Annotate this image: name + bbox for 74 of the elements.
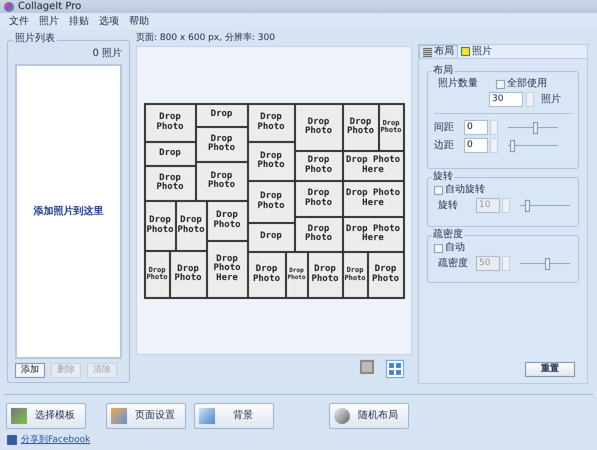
photo-slot[interactable]: Drop Photo: [144, 200, 176, 250]
spinner-buttons[interactable]: [490, 138, 498, 153]
photo-slot[interactable]: Drop Photo Here: [342, 216, 404, 252]
photo-slot[interactable]: Drop Photo: [294, 150, 342, 180]
photo-slot[interactable]: Drop Photo: [144, 104, 196, 142]
tab[interactable]: 照片: [458, 45, 495, 58]
menu-item[interactable]: 帮助: [124, 16, 154, 26]
group-title: 疏密度: [432, 230, 464, 240]
spinner-buttons[interactable]: [490, 120, 498, 135]
toolbar-button[interactable]: 背景: [194, 403, 274, 429]
tab-label: 布局: [434, 47, 454, 57]
photo-slot[interactable]: Drop Photo: [308, 252, 342, 298]
photo-slot[interactable]: Drop Photo: [206, 200, 248, 240]
photo-slot[interactable]: Drop Photo: [294, 180, 342, 216]
field-label: 间距: [434, 122, 455, 132]
photo-slot[interactable]: Drop: [248, 222, 294, 252]
photo-count: 0 照片: [92, 49, 122, 59]
spinner-buttons[interactable]: [502, 198, 510, 213]
menu-item[interactable]: 文件: [4, 16, 34, 26]
photo-slot[interactable]: Drop Photo: [248, 180, 294, 222]
toolbar-button[interactable]: 页面设置: [106, 403, 186, 429]
photo-slot[interactable]: Drop Photo: [342, 104, 378, 150]
field-label: 疏密度: [438, 258, 469, 268]
checkbox-label: 自动旋转: [445, 185, 485, 195]
checkbox[interactable]: [496, 80, 505, 88]
checkbox-label: 全部使用: [507, 79, 547, 89]
photo-slot[interactable]: Drop Photo: [196, 162, 248, 200]
number-field[interactable]: 0: [464, 120, 488, 135]
photo-count-field[interactable]: 30: [489, 92, 523, 107]
photo-slot[interactable]: Drop Photo Here: [206, 240, 248, 298]
spinner-buttons[interactable]: [502, 256, 510, 271]
field-label: 照片数量: [438, 79, 478, 89]
share-link[interactable]: 分享到Facebook: [21, 436, 90, 444]
field-label: 旋转: [438, 200, 459, 210]
photo-slot[interactable]: Drop Photo: [294, 104, 342, 150]
group-title: 布局: [432, 66, 454, 76]
slider-thumb[interactable]: [532, 122, 538, 134]
toolbar-button[interactable]: 随机布局: [329, 403, 409, 429]
list-button[interactable]: 添加: [15, 363, 45, 378]
window-title: CollageIt Pro: [18, 2, 82, 12]
group-title: 照片列表: [13, 34, 57, 44]
menu-item[interactable]: 照片: [34, 16, 64, 26]
toolbar-button[interactable]: 选择模板: [6, 403, 86, 429]
page-info: 页面: 800 x 600 px, 分辨率: 300: [136, 34, 276, 45]
photo-slot[interactable]: Drop Photo: [144, 166, 196, 200]
photo-slot[interactable]: Drop Photo: [176, 200, 206, 250]
checkbox-label: 自动: [445, 243, 465, 253]
photo-slot[interactable]: Drop Photo: [248, 252, 286, 298]
photo-slot[interactable]: Drop: [144, 142, 196, 166]
photo-slot[interactable]: Drop Photo: [248, 104, 294, 142]
reset-button[interactable]: 重置: [525, 362, 575, 377]
number-field[interactable]: 0: [464, 138, 488, 153]
photo-slot[interactable]: Drop Photo: [196, 126, 248, 162]
tab-label: 照片: [472, 46, 492, 56]
group-title: 旋转: [432, 172, 454, 182]
app-logo-icon: [4, 2, 14, 12]
facebook-icon: [7, 435, 17, 445]
photo-slot[interactable]: Drop Photo: [294, 216, 342, 252]
picture-frame-icon: [461, 47, 470, 56]
slider-thumb[interactable]: [510, 140, 516, 152]
photo-slot[interactable]: Drop: [196, 104, 248, 126]
field-label: 边距: [434, 140, 455, 150]
grid-layout-icon[interactable]: [386, 360, 404, 378]
empty-hint: 添加照片到这里: [34, 204, 104, 219]
photo-slot[interactable]: Drop Photo: [368, 252, 404, 298]
spinner-buttons[interactable]: [526, 92, 534, 107]
photo-slot[interactable]: Drop Photo Here: [342, 150, 404, 180]
photo-slot[interactable]: Drop Photo Here: [342, 180, 404, 216]
photo-slot[interactable]: Drop Photo: [248, 142, 294, 180]
tab[interactable]: 布局: [419, 45, 458, 58]
menu-item[interactable]: 选项: [94, 16, 124, 26]
unit-label: 照片: [541, 94, 561, 104]
menu-item[interactable]: 排贴: [64, 16, 94, 26]
photo-slot[interactable]: Drop Photo: [170, 250, 206, 298]
